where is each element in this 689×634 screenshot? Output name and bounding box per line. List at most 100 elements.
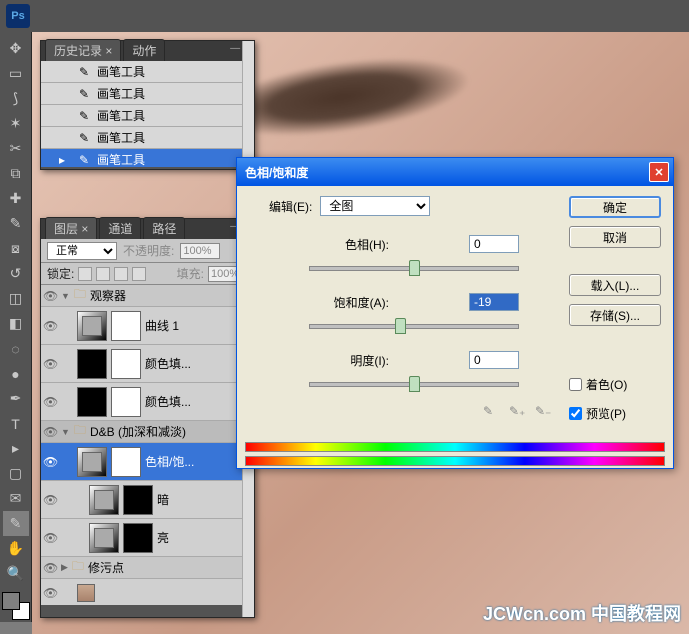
history-item[interactable]: ✎ 画笔工具 [41,61,254,83]
dialog-titlebar[interactable]: 色相/饱和度 ✕ [237,158,673,186]
eyedropper-add-icon[interactable]: ✎₊ [509,404,527,422]
blur-tool[interactable]: ◌ [3,336,29,361]
close-button[interactable]: ✕ [649,162,669,182]
visibility-icon[interactable]: 👁 [43,395,57,409]
lightness-slider[interactable] [309,374,519,394]
slice-tool[interactable]: ⧉ [3,161,29,186]
disclosure-icon[interactable]: ▼ [61,291,70,301]
hue-slider[interactable] [309,258,519,278]
mask-thumb[interactable] [111,447,141,477]
lock-transparency-icon[interactable] [78,267,92,281]
eraser-tool[interactable]: ◫ [3,286,29,311]
load-button[interactable]: 载入(L)... [569,274,661,296]
history-tab[interactable]: 历史记录 × [45,39,121,61]
paths-tab[interactable]: 路径 [143,217,185,239]
adjustment-thumb[interactable] [89,523,119,553]
notes-tool[interactable]: ✉ [3,486,29,511]
lock-pixels-icon[interactable] [96,267,110,281]
slider-thumb[interactable] [409,376,420,392]
marquee-tool[interactable]: ▭ [3,61,29,86]
crop-tool[interactable]: ✂ [3,136,29,161]
visibility-icon[interactable]: 👁 [43,561,57,575]
layer-item[interactable]: 👁 色相/饱... [41,443,254,481]
lock-position-icon[interactable] [114,267,128,281]
cancel-button[interactable]: 取消 [569,226,661,248]
visibility-icon[interactable]: 👁 [43,586,57,600]
hand-tool[interactable]: ✋ [3,536,29,561]
shape-tool[interactable]: ▢ [3,461,29,486]
layer-item[interactable]: 👁 曲线 1 [41,307,254,345]
saturation-slider[interactable] [309,316,519,336]
layer-item[interactable]: 👁 暗 [41,481,254,519]
adjustment-thumb[interactable] [77,447,107,477]
move-tool[interactable]: ✥ [3,36,29,61]
save-button[interactable]: 存储(S)... [569,304,661,326]
saturation-input[interactable] [469,293,519,311]
gradient-tool[interactable]: ◧ [3,311,29,336]
mask-thumb[interactable] [111,349,141,379]
layer-item[interactable]: 👁 亮 [41,519,254,557]
history-item[interactable]: ▸ ✎ 画笔工具 [41,149,254,167]
panel-minimize-icon[interactable]: — [230,43,240,54]
eyedropper-tool[interactable]: ✎ [3,511,29,536]
actions-tab[interactable]: 动作 [123,39,165,61]
adjustment-thumb[interactable] [89,485,119,515]
channels-tab[interactable]: 通道 [99,217,141,239]
colorize-checkbox[interactable] [569,378,582,391]
image-thumb[interactable] [77,584,95,602]
ok-button[interactable]: 确定 [569,196,661,218]
visibility-icon[interactable]: 👁 [43,531,57,545]
adjustment-thumb[interactable] [77,387,107,417]
scrollbar[interactable] [242,61,254,167]
eyedropper-sub-icon[interactable]: ✎₋ [535,404,553,422]
hue-input[interactable] [469,235,519,253]
mask-thumb[interactable] [123,485,153,515]
lasso-tool[interactable]: ⟆ [3,86,29,111]
lightness-input[interactable] [469,351,519,369]
layer-group[interactable]: 👁 ▼ 🗀 观察器 [41,285,254,307]
history-item[interactable]: ✎ 画笔工具 [41,83,254,105]
eyedropper-icon[interactable]: ✎ [483,404,501,422]
brush-tool[interactable]: ✎ [3,211,29,236]
history-item[interactable]: ✎ 画笔工具 [41,127,254,149]
zoom-tool[interactable]: 🔍 [3,561,29,586]
layers-tab[interactable]: 图层 × [45,217,97,239]
adjustment-thumb[interactable] [77,349,107,379]
layer-group[interactable]: 👁 ▼ 🗀 D&B (加深和减淡) [41,421,254,443]
disclosure-icon[interactable]: ▶ [61,562,68,573]
type-tool[interactable]: T [3,411,29,436]
wand-tool[interactable]: ✶ [3,111,29,136]
layer-item[interactable]: 👁 [41,579,254,605]
lock-all-icon[interactable] [132,267,146,281]
adjustment-thumb[interactable] [77,311,107,341]
opacity-input[interactable] [180,243,220,259]
mask-thumb[interactable] [123,523,153,553]
heal-tool[interactable]: ✚ [3,186,29,211]
dodge-tool[interactable]: ● [3,361,29,386]
layer-item[interactable]: 👁 颜色填... [41,383,254,421]
layer-item[interactable]: 👁 颜色填... [41,345,254,383]
disclosure-icon[interactable]: ▼ [61,427,70,437]
history-brush-tool[interactable]: ↺ [3,261,29,286]
path-select-tool[interactable]: ▸ [3,436,29,461]
visibility-icon[interactable]: 👁 [43,319,57,333]
mask-thumb[interactable] [111,311,141,341]
visibility-icon[interactable]: 👁 [43,357,57,371]
history-item[interactable]: ✎ 画笔工具 [41,105,254,127]
colorize-checkbox-row[interactable]: 着色(O) [569,376,661,393]
color-swatches[interactable] [2,592,30,620]
preview-checkbox[interactable] [569,407,582,420]
visibility-icon[interactable]: 👁 [43,289,57,303]
blend-mode-select[interactable]: 正常 [47,242,117,260]
visibility-icon[interactable]: 👁 [43,493,57,507]
pen-tool[interactable]: ✒ [3,386,29,411]
edit-select[interactable]: 全图 [320,196,430,216]
fg-color[interactable] [2,592,20,610]
visibility-icon[interactable]: 👁 [43,425,57,439]
slider-thumb[interactable] [395,318,406,334]
mask-thumb[interactable] [111,387,141,417]
preview-checkbox-row[interactable]: 预览(P) [569,405,661,422]
layer-group[interactable]: 👁 ▶ 🗀 修污点 [41,557,254,579]
visibility-icon[interactable]: 👁 [43,455,57,469]
slider-thumb[interactable] [409,260,420,276]
